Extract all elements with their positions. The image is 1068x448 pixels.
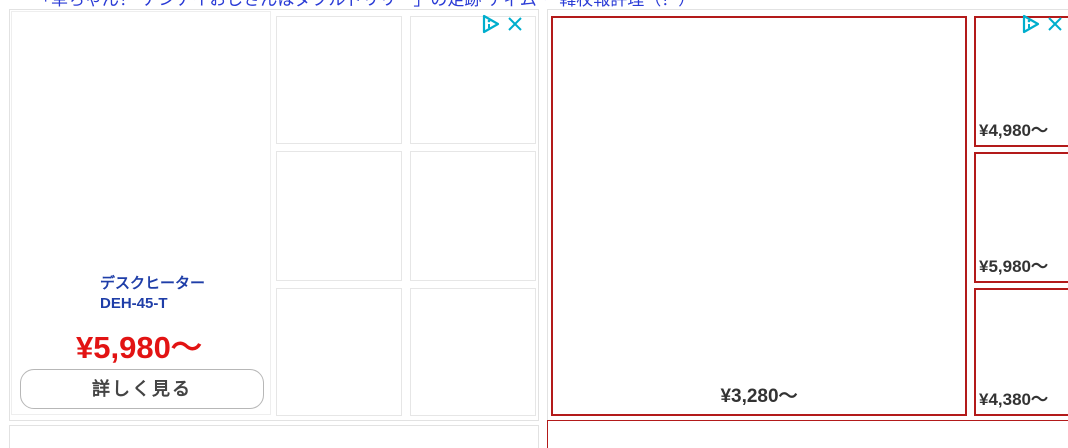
product-price: ¥5,980〜: [979, 257, 1048, 276]
product-card[interactable]: デスクヒーター DEH-45-T ¥5,980〜 詳しく見る: [11, 11, 271, 415]
details-button[interactable]: 詳しく見る: [20, 369, 264, 409]
product-name[interactable]: デスクヒーター DEH-45-T: [100, 274, 270, 314]
adchoices-icon[interactable]: [1020, 14, 1040, 34]
close-icon[interactable]: [506, 15, 524, 33]
ad-unit-left[interactable]: デスクヒーター DEH-45-T ¥5,980〜 詳しく見る: [9, 9, 539, 421]
ad-badge[interactable]: [480, 14, 524, 34]
product-tile[interactable]: ¥4,980〜: [974, 16, 1068, 147]
product-tile-main[interactable]: ¥3,280〜: [551, 16, 967, 416]
product-thumbnail[interactable]: [410, 288, 536, 416]
ad-unit-right[interactable]: ¥3,280〜 ¥4,980〜 ¥5,980〜 ¥4,380〜: [547, 9, 1068, 421]
product-thumbnail[interactable]: [276, 151, 402, 281]
product-thumbnail[interactable]: [410, 16, 536, 144]
ad-badge[interactable]: [1020, 14, 1064, 34]
product-name-line2: DEH-45-T: [100, 295, 168, 312]
product-tile[interactable]: ¥5,980〜: [974, 152, 1068, 283]
close-icon[interactable]: [1046, 15, 1064, 33]
product-price: ¥4,380〜: [979, 390, 1048, 409]
product-price: ¥5,980〜: [76, 330, 202, 365]
product-thumbnail[interactable]: [410, 151, 536, 281]
product-tile[interactable]: ¥4,380〜: [974, 288, 1068, 416]
adchoices-icon[interactable]: [480, 14, 500, 34]
next-ad-unit-left[interactable]: [9, 425, 539, 448]
product-price: ¥4,980〜: [979, 121, 1048, 140]
product-price: ¥3,280〜: [720, 386, 798, 407]
next-ad-unit-right[interactable]: [547, 420, 1068, 448]
product-name-line1: デスクヒーター: [100, 275, 206, 292]
product-thumbnail[interactable]: [276, 16, 402, 144]
product-thumbnail[interactable]: [276, 288, 402, 416]
